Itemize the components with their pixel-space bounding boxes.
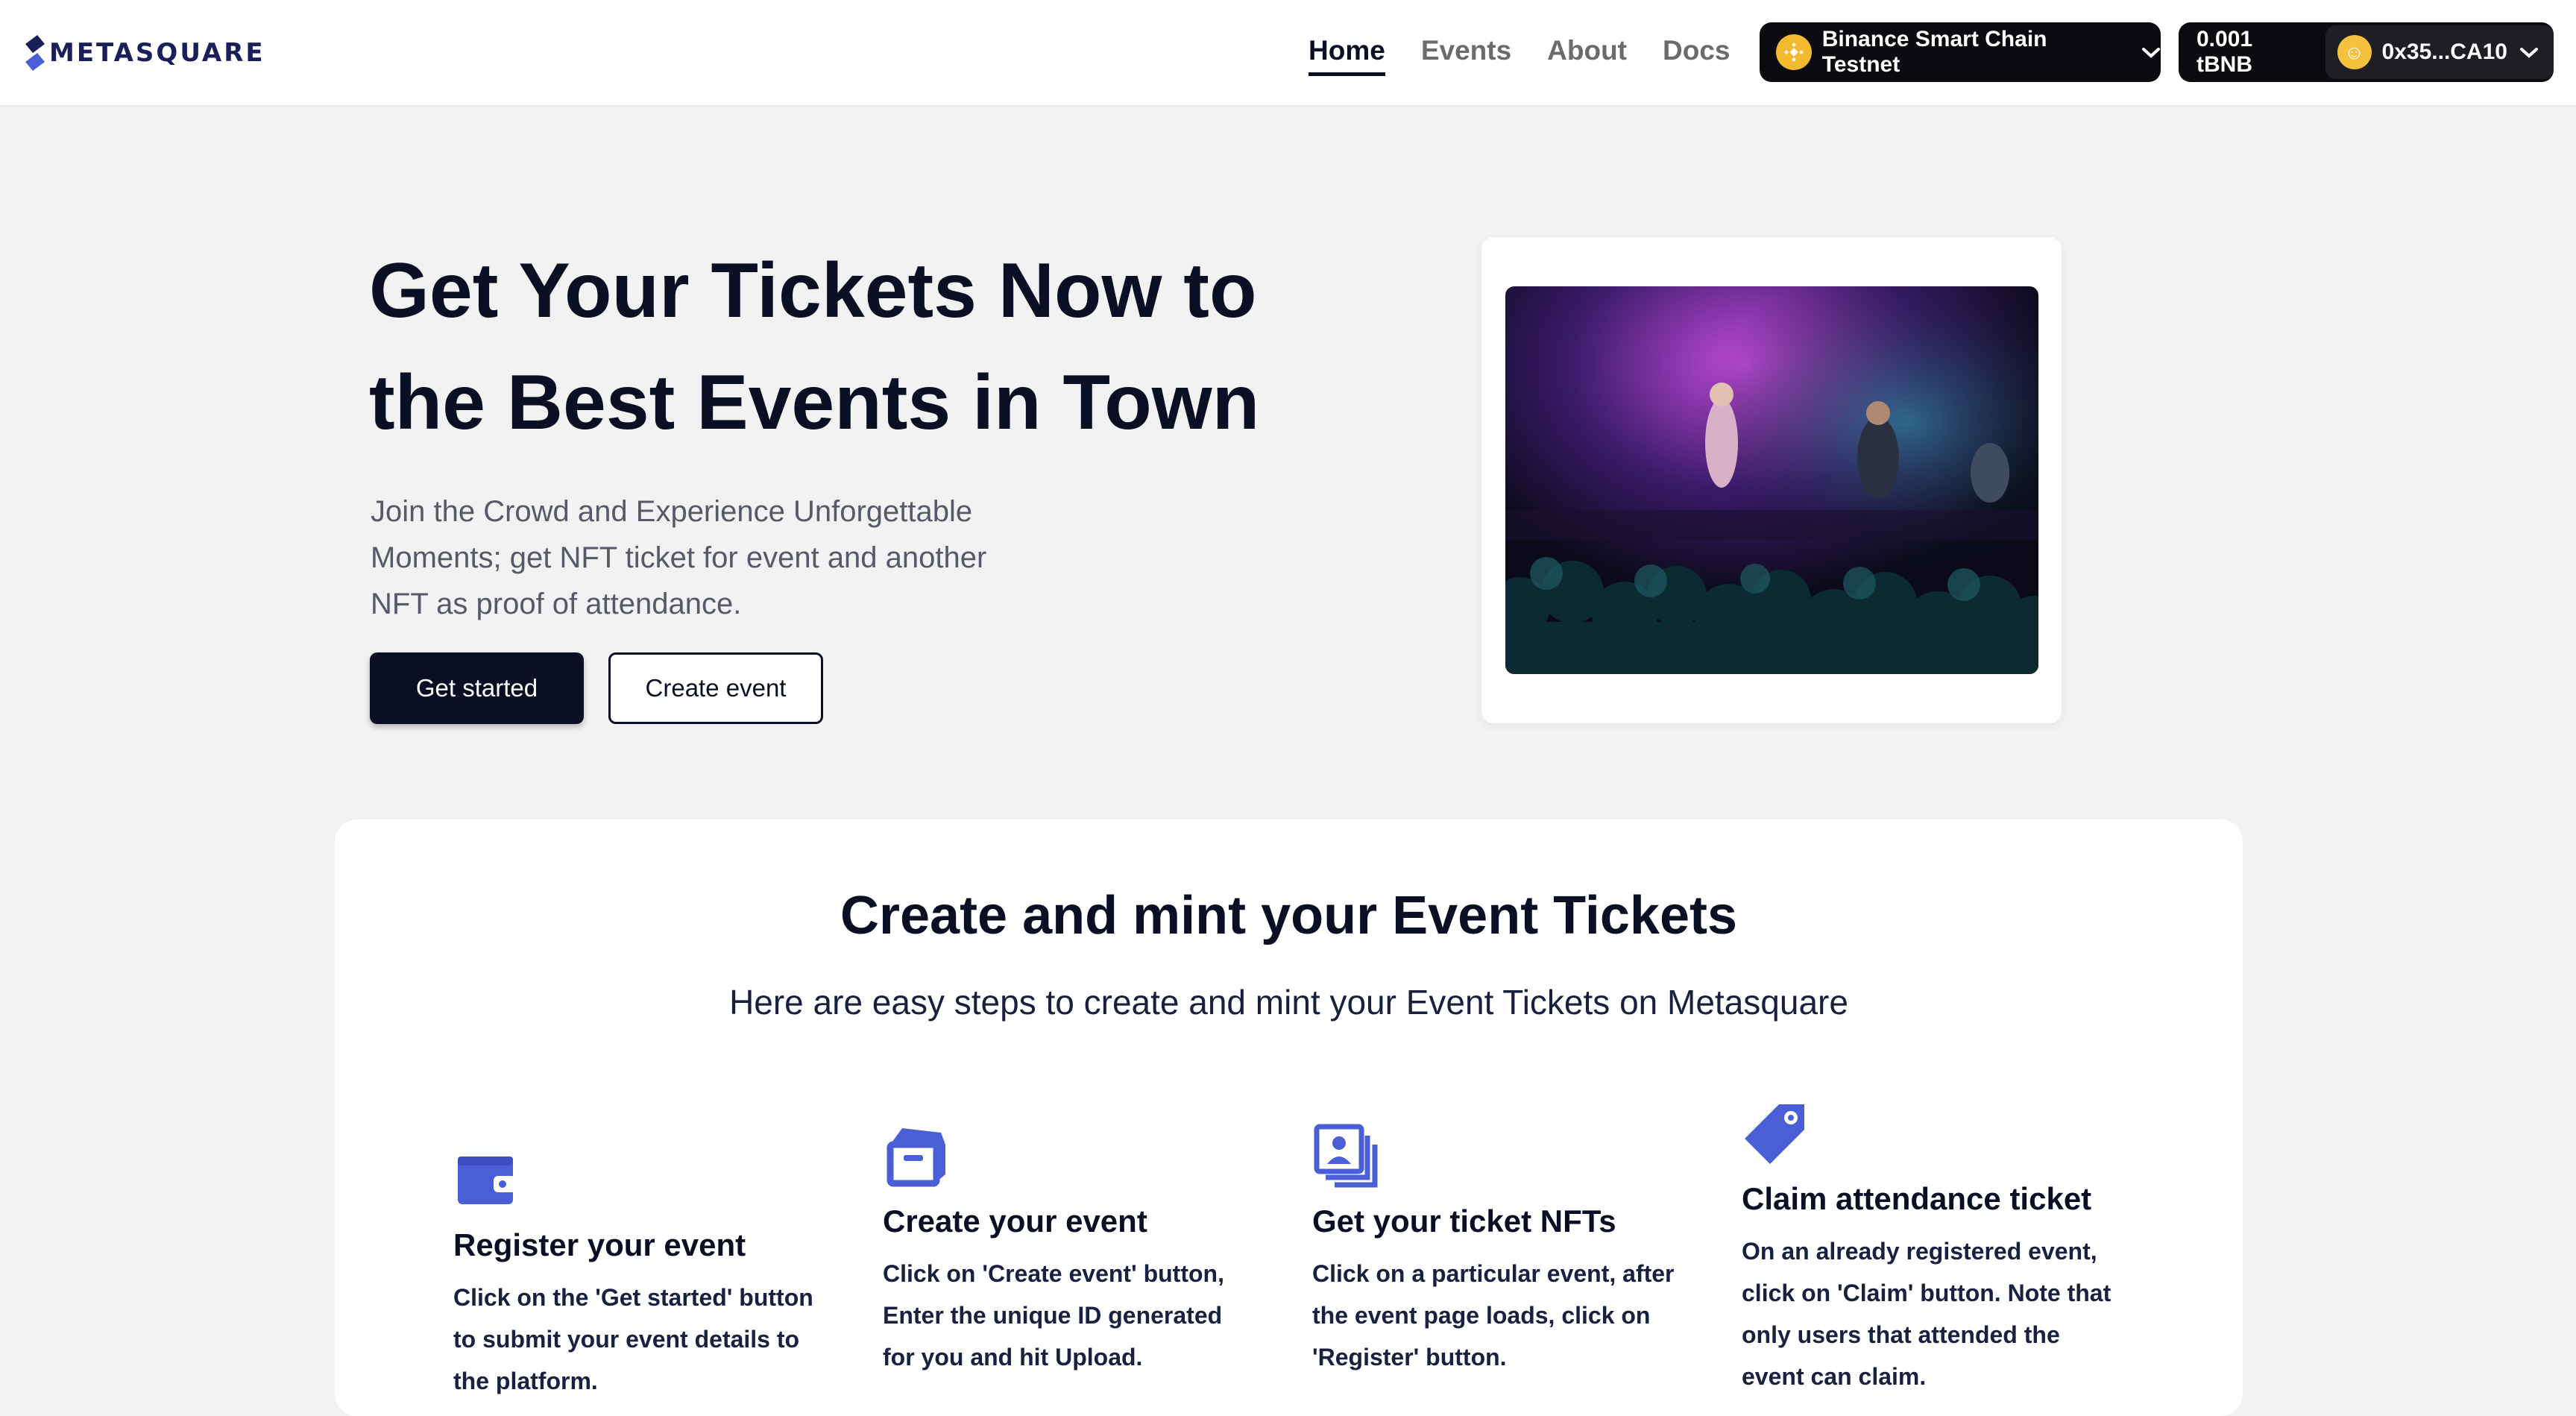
photos-icon <box>1314 1124 1378 1188</box>
concert-photo <box>1505 286 2038 674</box>
avatar: ☺ <box>2337 35 2372 69</box>
hero-title-line: Get Your Tickets Now to <box>369 248 1257 334</box>
step-description-line: only users that attended the <box>1742 1321 2060 1348</box>
step-description: Click on a particular event, after the e… <box>1312 1253 1730 1378</box>
step-description-line: to submit your event details to <box>453 1326 800 1353</box>
step-get-nfts: Get your ticket NFTs Click on a particul… <box>1312 1122 1730 1378</box>
step-title: Get your ticket NFTs <box>1312 1203 1616 1239</box>
wallet-button[interactable]: 0.001 tBNB ☺ 0x35...CA10 <box>2179 22 2554 82</box>
step-title: Create your event <box>883 1203 1147 1239</box>
nav-events[interactable]: Events <box>1421 30 1511 76</box>
step-description: On an already registered event, click on… <box>1742 1230 2159 1397</box>
logo-mark-icon <box>25 35 45 71</box>
step-description: Click on 'Create event' button, Enter th… <box>883 1253 1300 1378</box>
step-description-line: for you and hit Upload. <box>883 1344 1143 1371</box>
step-description-line: On an already registered event, <box>1742 1238 2097 1265</box>
chevron-down-icon <box>2141 41 2161 64</box>
step-description-line: event can claim. <box>1742 1363 1927 1390</box>
hero-subtitle: Join the Crowd and Experience Unforgetta… <box>371 488 1042 627</box>
box-icon <box>887 1128 945 1187</box>
account-button[interactable]: ☺ 0x35...CA10 <box>2325 25 2554 79</box>
steps-title: Create and mint your Event Tickets <box>840 886 1738 945</box>
step-description-line: click on 'Claim' button. Note that <box>1742 1280 2111 1306</box>
step-register: Register your event Click on the 'Get st… <box>453 1146 871 1402</box>
hero-subtitle-line: Moments; get NFT ticket for event and an… <box>371 541 987 574</box>
step-title: Claim attendance ticket <box>1742 1181 2092 1216</box>
main-nav: Home Events About Docs <box>1309 30 1731 76</box>
nav-about[interactable]: About <box>1547 30 1627 76</box>
step-title: Register your event <box>453 1227 746 1262</box>
create-event-button[interactable]: Create event <box>608 652 823 724</box>
logo[interactable]: METASQUARE <box>22 33 265 73</box>
top-navbar: METASQUARE Home Events About Docs Binanc… <box>0 0 2576 106</box>
account-address: 0x35...CA10 <box>2381 40 2507 64</box>
wallet-balance: 0.001 tBNB <box>2196 27 2253 77</box>
bnb-icon <box>1776 34 1812 70</box>
step-description-line: Enter the unique ID generated <box>883 1302 1223 1329</box>
get-started-button[interactable]: Get started <box>370 652 584 724</box>
step-description-line: Click on a particular event, after <box>1312 1260 1675 1287</box>
hero-title-line: the Best Events in Town <box>369 359 1260 446</box>
step-description-line: Click on 'Create event' button, <box>883 1260 1224 1287</box>
steps-section: Create and mint your Event Tickets Here … <box>335 819 2243 1416</box>
step-claim: Claim attendance ticket On an already re… <box>1742 1100 2159 1397</box>
logo-text: METASQUARE <box>49 38 265 68</box>
wallet-icon <box>458 1157 516 1204</box>
chevron-down-icon <box>2519 41 2539 64</box>
hero-image-card <box>1481 237 2062 723</box>
nav-docs[interactable]: Docs <box>1663 30 1730 76</box>
step-description-line: the event page loads, click on <box>1312 1302 1651 1329</box>
hero-subtitle-line: Join the Crowd and Experience Unforgetta… <box>371 495 973 528</box>
step-description-line: the platform. <box>453 1368 598 1394</box>
chain-name: Binance Smart Chain Testnet <box>1821 27 2047 77</box>
step-create: Create your event Click on 'Create event… <box>883 1122 1300 1378</box>
nav-home[interactable]: Home <box>1309 30 1385 76</box>
hero-title: Get Your Tickets Now to the Best Events … <box>369 235 1338 459</box>
steps-subtitle: Here are easy steps to create and mint y… <box>729 983 1848 1022</box>
tag-icon <box>1745 1104 1804 1164</box>
step-description: Click on the 'Get started' button to sub… <box>453 1277 871 1402</box>
step-description-line: 'Register' button. <box>1312 1344 1507 1371</box>
hero-subtitle-line: NFT as proof of attendance. <box>371 588 742 620</box>
chain-selector-button[interactable]: Binance Smart Chain Testnet <box>1760 22 2161 82</box>
step-description-line: Click on the 'Get started' button <box>453 1284 813 1311</box>
